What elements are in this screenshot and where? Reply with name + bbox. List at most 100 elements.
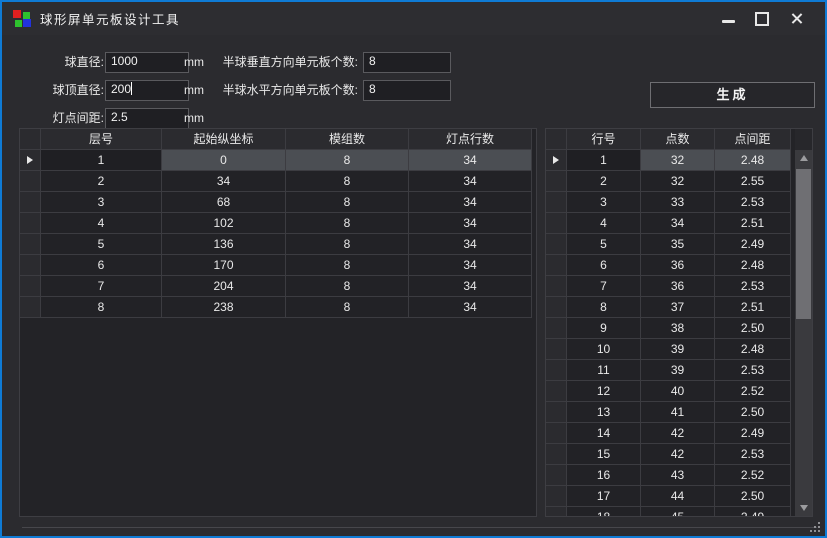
top-diameter-input[interactable]: 200 xyxy=(105,80,189,101)
cell[interactable]: 38 xyxy=(641,318,715,339)
row-header[interactable] xyxy=(546,507,567,516)
cell[interactable]: 8 xyxy=(286,192,409,213)
cell[interactable]: 2.52 xyxy=(715,381,791,402)
cell[interactable]: 2.50 xyxy=(715,402,791,423)
row-header[interactable] xyxy=(546,318,567,339)
cell[interactable]: 2.48 xyxy=(715,255,791,276)
cell[interactable]: 33 xyxy=(641,192,715,213)
scrollbar-thumb[interactable] xyxy=(796,169,811,319)
cell[interactable]: 32 xyxy=(641,171,715,192)
vertical-scrollbar[interactable] xyxy=(795,129,812,516)
cell[interactable]: 68 xyxy=(162,192,286,213)
cell[interactable]: 0 xyxy=(162,150,286,171)
cell[interactable]: 41 xyxy=(641,402,715,423)
cell[interactable]: 2.52 xyxy=(715,465,791,486)
row-header[interactable] xyxy=(546,360,567,381)
row-header[interactable] xyxy=(546,255,567,276)
cell[interactable]: 2 xyxy=(41,171,162,192)
cell[interactable]: 7 xyxy=(567,276,641,297)
row-header[interactable] xyxy=(20,171,41,192)
cell[interactable]: 45 xyxy=(641,507,715,516)
cell[interactable]: 43 xyxy=(641,465,715,486)
cell[interactable]: 2.51 xyxy=(715,297,791,318)
cell[interactable]: 12 xyxy=(567,381,641,402)
row-header[interactable] xyxy=(20,150,41,171)
cell[interactable]: 8 xyxy=(286,255,409,276)
row-header[interactable] xyxy=(20,213,41,234)
horizontal-panel-count-input[interactable]: 8 xyxy=(363,80,451,101)
cell[interactable]: 37 xyxy=(641,297,715,318)
cell[interactable]: 34 xyxy=(409,234,532,255)
column-header[interactable]: 点间距 xyxy=(715,129,791,150)
cell[interactable]: 39 xyxy=(641,339,715,360)
cell[interactable]: 102 xyxy=(162,213,286,234)
cell[interactable]: 14 xyxy=(567,423,641,444)
vertical-panel-count-input[interactable]: 8 xyxy=(363,52,451,73)
cell[interactable]: 18 xyxy=(567,507,641,516)
cell[interactable]: 36 xyxy=(641,276,715,297)
column-header[interactable]: 模组数 xyxy=(286,129,409,150)
cell[interactable]: 34 xyxy=(409,255,532,276)
cell[interactable]: 39 xyxy=(641,360,715,381)
cell[interactable]: 8 xyxy=(567,297,641,318)
column-header[interactable]: 灯点行数 xyxy=(409,129,532,150)
row-header[interactable] xyxy=(546,234,567,255)
cell[interactable]: 34 xyxy=(409,192,532,213)
cell[interactable]: 2.53 xyxy=(715,360,791,381)
cell[interactable]: 7 xyxy=(41,276,162,297)
cell[interactable]: 34 xyxy=(162,171,286,192)
cell[interactable]: 44 xyxy=(641,486,715,507)
row-header[interactable] xyxy=(546,423,567,444)
titlebar[interactable]: 球形屏单元板设计工具 xyxy=(2,2,825,35)
cell[interactable]: 10 xyxy=(567,339,641,360)
row-header[interactable] xyxy=(546,276,567,297)
cell[interactable]: 17 xyxy=(567,486,641,507)
row-header[interactable] xyxy=(546,486,567,507)
cell[interactable]: 8 xyxy=(286,234,409,255)
row-header[interactable] xyxy=(20,234,41,255)
cell[interactable]: 16 xyxy=(567,465,641,486)
cell[interactable]: 42 xyxy=(641,444,715,465)
row-header[interactable] xyxy=(546,465,567,486)
cell[interactable]: 2.49 xyxy=(715,423,791,444)
cell[interactable]: 8 xyxy=(41,297,162,318)
row-header[interactable] xyxy=(546,213,567,234)
row-header[interactable] xyxy=(546,297,567,318)
cell[interactable]: 2.49 xyxy=(715,507,791,516)
cell[interactable]: 11 xyxy=(567,360,641,381)
cell[interactable]: 34 xyxy=(409,171,532,192)
row-header[interactable] xyxy=(20,255,41,276)
cell[interactable]: 15 xyxy=(567,444,641,465)
cell[interactable]: 8 xyxy=(286,171,409,192)
cell[interactable]: 36 xyxy=(641,255,715,276)
grid-corner[interactable] xyxy=(546,129,567,150)
cell[interactable]: 34 xyxy=(409,213,532,234)
cell[interactable]: 2.48 xyxy=(715,150,791,171)
close-button[interactable] xyxy=(779,6,813,32)
cell[interactable]: 8 xyxy=(286,297,409,318)
cell[interactable]: 35 xyxy=(641,234,715,255)
cell[interactable]: 2.49 xyxy=(715,234,791,255)
resize-grip-icon[interactable] xyxy=(808,520,820,532)
cell[interactable]: 238 xyxy=(162,297,286,318)
cell[interactable]: 2.51 xyxy=(715,213,791,234)
cell[interactable]: 2.50 xyxy=(715,318,791,339)
column-header[interactable]: 起始纵坐标 xyxy=(162,129,286,150)
grid-corner[interactable] xyxy=(20,129,41,150)
cell[interactable]: 2.55 xyxy=(715,171,791,192)
cell[interactable]: 2.53 xyxy=(715,444,791,465)
row-header[interactable] xyxy=(546,171,567,192)
cell[interactable]: 34 xyxy=(409,297,532,318)
cell[interactable]: 13 xyxy=(567,402,641,423)
row-header[interactable] xyxy=(20,192,41,213)
cell[interactable]: 2.53 xyxy=(715,192,791,213)
cell[interactable]: 34 xyxy=(641,213,715,234)
cell[interactable]: 2 xyxy=(567,171,641,192)
cell[interactable]: 9 xyxy=(567,318,641,339)
column-header[interactable]: 点数 xyxy=(641,129,715,150)
cell[interactable]: 1 xyxy=(41,150,162,171)
cell[interactable]: 40 xyxy=(641,381,715,402)
row-header[interactable] xyxy=(546,192,567,213)
cell[interactable]: 5 xyxy=(567,234,641,255)
cell[interactable]: 2.53 xyxy=(715,276,791,297)
